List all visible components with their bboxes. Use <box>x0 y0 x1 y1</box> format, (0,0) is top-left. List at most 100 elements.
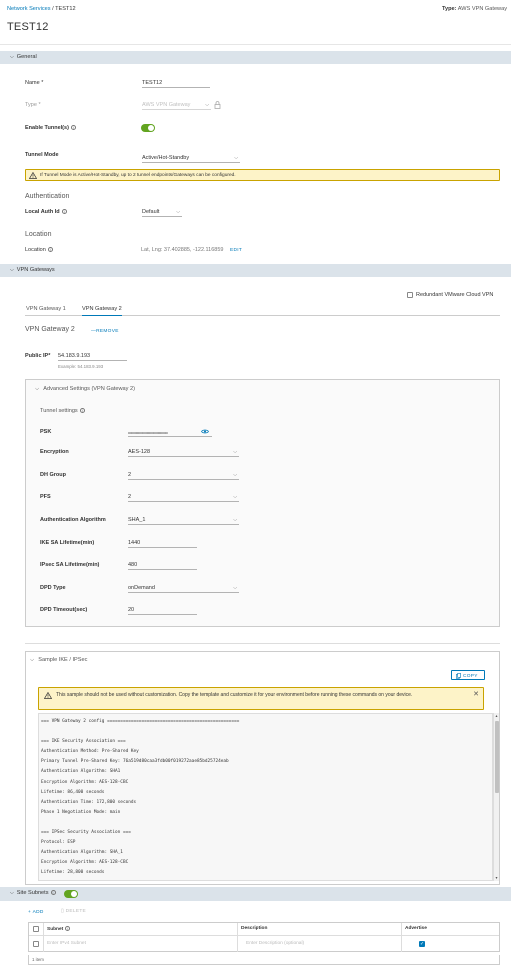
breadcrumb-network-services[interactable]: Network Services <box>7 6 51 12</box>
type-select-value: AWS VPN Gateway <box>142 102 191 108</box>
tunnel-mode-warning-text: If Tunnel Mode is Active/Hot-Standby, up… <box>40 173 236 178</box>
encryption-value: AES-128 <box>128 449 151 455</box>
chevron-down-icon: ⌵ <box>205 102 209 108</box>
advanced-settings-header[interactable]: ⌵ Advanced Settings (VPN Gateway 2) <box>35 386 135 393</box>
info-icon[interactable]: i <box>47 247 53 253</box>
location-label: Location i <box>25 247 53 253</box>
dpd-type-value: onDemand <box>128 585 155 591</box>
gateway-tabs: VPN Gateway 1 VPN Gateway 2 <box>25 302 500 316</box>
enable-tunnels-label: Enable Tunnel(s) i <box>25 125 76 131</box>
eye-icon[interactable] <box>201 429 209 436</box>
chevron-down-icon: ⌵ <box>233 585 237 591</box>
scroll-down-icon[interactable]: ▾ <box>494 875 499 881</box>
info-icon[interactable]: i <box>70 125 76 131</box>
subnet-column-text: Subnet <box>47 926 64 932</box>
pfs-select[interactable]: 2 ⌵ <box>128 492 239 502</box>
remove-gateway-button[interactable]: —REMOVE <box>91 328 119 334</box>
tunnel-mode-select[interactable]: Active/Hot-Standby ⌵ <box>142 153 240 163</box>
info-icon[interactable]: i <box>50 890 56 896</box>
dpd-type-select[interactable]: onDemand ⌵ <box>128 583 239 593</box>
name-input[interactable]: TEST12 <box>142 78 210 88</box>
local-auth-select[interactable]: Default ⌵ <box>142 207 182 217</box>
pfs-value: 2 <box>128 494 132 500</box>
vpn-gateways-section-header[interactable]: ⌵ VPN Gateways <box>0 264 511 277</box>
location-heading: Location <box>25 231 52 238</box>
auth-algorithm-select[interactable]: SHA_1 ⌵ <box>128 515 239 525</box>
scrollbar-thumb[interactable] <box>495 721 499 793</box>
dh-group-value: 2 <box>128 472 132 478</box>
ike-lifetime-input[interactable]: 1440 <box>128 538 197 548</box>
type-indicator-label: Type: <box>442 6 457 12</box>
description-input[interactable]: Enter Description (optional) <box>246 941 304 946</box>
dpd-timeout-label: DPD Timeout(sec) <box>40 607 88 613</box>
dh-group-select[interactable]: 2 ⌵ <box>128 470 239 480</box>
code-scrollbar[interactable]: ▴ ▾ <box>493 713 499 881</box>
type-indicator: Type: AWS VPN Gateway <box>442 6 507 12</box>
chevron-down-icon: ⌵ <box>233 517 237 523</box>
chevron-down-icon: ⌵ <box>10 54 14 60</box>
add-subnet-button[interactable]: + ADD <box>28 909 44 915</box>
info-icon[interactable]: i <box>79 408 85 414</box>
tunnel-mode-label: Tunnel Mode <box>25 152 59 158</box>
chevron-down-icon: ⌵ <box>176 209 180 215</box>
advertise-checkbox[interactable]: ✓ <box>419 941 425 947</box>
dpd-type-label: DPD Type <box>40 585 66 591</box>
chevron-down-icon: ⌵ <box>35 386 40 392</box>
chevron-down-icon: ⌵ <box>10 890 14 896</box>
tab-vpn-gateway-2[interactable]: VPN Gateway 2 <box>82 306 122 316</box>
site-subnets-title: Site Subnets <box>16 890 49 896</box>
chevron-down-icon: ⌵ <box>10 267 14 273</box>
location-value: Lat, Lng: 37.402885, -122.116859 EDIT <box>141 247 242 253</box>
auth-algorithm-label: Authentication Algorithm <box>40 517 106 523</box>
table-footer: 1 item <box>28 955 500 965</box>
copy-button[interactable]: COPY <box>451 670 485 680</box>
info-icon[interactable]: i <box>61 209 67 215</box>
dpd-timeout-input[interactable]: 20 <box>128 605 197 615</box>
tunnel-mode-warning: If Tunnel Mode is Active/Hot-Standby, up… <box>25 169 500 181</box>
general-section-header[interactable]: ⌵ General <box>0 51 511 64</box>
sample-header[interactable]: ⌵ Sample IKE / IPSec <box>30 657 87 664</box>
subnet-input[interactable]: Enter IPv4 Subnet <box>47 941 86 946</box>
scroll-up-icon[interactable]: ▴ <box>494 713 499 719</box>
advanced-settings-panel <box>25 379 500 627</box>
select-all-checkbox[interactable] <box>33 926 39 932</box>
sample-code-block[interactable]: === VPN Gateway 2 config ===============… <box>38 713 493 881</box>
location-edit-link[interactable]: EDIT <box>230 248 242 253</box>
type-select: AWS VPN Gateway ⌵ <box>142 100 211 110</box>
encryption-select[interactable]: AES-128 ⌵ <box>128 447 239 457</box>
redundant-vpn-checkbox[interactable] <box>407 292 413 298</box>
copy-icon <box>456 672 461 681</box>
tab-vpn-gateway-1[interactable]: VPN Gateway 1 <box>26 306 66 312</box>
type-indicator-value: AWS VPN Gateway <box>457 6 507 12</box>
type-label: Type * <box>25 102 41 108</box>
chevron-down-icon: ⌵ <box>234 155 238 161</box>
encryption-label: Encryption <box>40 449 69 455</box>
delete-subnet-label: DELETE <box>65 909 87 914</box>
ipsec-lifetime-input[interactable]: 480 <box>128 560 197 570</box>
close-icon[interactable]: ✕ <box>473 691 479 698</box>
authentication-heading: Authentication <box>25 193 70 200</box>
subnets-table: Subnet i Description Advertise Enter IPv4… <box>28 922 500 952</box>
breadcrumb: Network Services / TEST12 <box>7 6 76 12</box>
site-subnets-toggle[interactable] <box>64 890 78 898</box>
subnet-column-header: Subnet i <box>47 923 71 935</box>
sample-title: Sample IKE / IPSec <box>38 657 88 663</box>
auth-algorithm-value: SHA_1 <box>128 517 146 523</box>
page-title: TEST12 <box>7 21 49 33</box>
info-icon[interactable]: i <box>65 926 71 931</box>
public-ip-label: Public IP* <box>25 353 51 359</box>
public-ip-input[interactable]: 54.183.9.193 <box>58 351 127 361</box>
chevron-down-icon: ⌵ <box>30 657 35 663</box>
ipsec-lifetime-label: IPsec SA Lifetime(min) <box>40 562 100 568</box>
remove-gateway-label: REMOVE <box>96 329 119 334</box>
breadcrumb-current: TEST12 <box>55 6 76 12</box>
row-checkbox[interactable] <box>33 941 39 947</box>
sample-warning: This sample should not be used without c… <box>38 687 484 710</box>
enable-tunnels-toggle[interactable] <box>141 124 155 132</box>
redundant-vpn-label: Redundant VMware Cloud VPN <box>416 292 494 298</box>
pfs-label: PFS <box>40 494 51 500</box>
location-label-text: Location <box>25 247 46 253</box>
enable-tunnels-text: Enable Tunnel(s) <box>25 125 69 131</box>
psk-input[interactable]: •••••••••••••••••••••••••••••••••••• <box>128 427 212 437</box>
gateway-title: VPN Gateway 2 <box>25 326 75 333</box>
